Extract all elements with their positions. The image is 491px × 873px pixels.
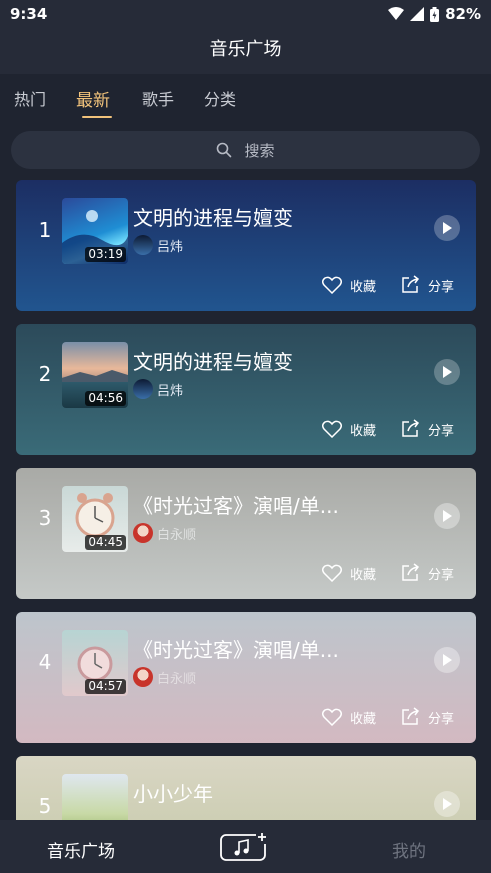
collect-label: 收藏 xyxy=(349,711,376,727)
heart-icon xyxy=(321,708,342,726)
share-button[interactable]: 分享 xyxy=(400,707,454,727)
active-tab-indicator xyxy=(82,116,112,118)
song-duration: 03:19 xyxy=(85,247,126,262)
search-icon xyxy=(217,142,232,158)
play-button[interactable] xyxy=(434,215,460,241)
song-title[interactable]: 文明的进程与嬗变 xyxy=(133,202,293,231)
battery-icon xyxy=(430,6,440,22)
artist-name: 吕炜 xyxy=(157,239,184,255)
song-cover[interactable]: 04:45 xyxy=(62,486,128,552)
tab-categories[interactable]: 分类 xyxy=(204,86,236,110)
collect-button[interactable]: 收藏 xyxy=(321,563,376,583)
song-actions: 收藏 分享 xyxy=(321,707,454,727)
wifi-icon xyxy=(388,7,405,20)
song-duration: 04:45 xyxy=(85,535,126,550)
app-bar: 音乐广场 xyxy=(0,28,491,74)
play-button[interactable] xyxy=(434,503,460,529)
song-rank: 3 xyxy=(38,506,52,530)
song-actions: 收藏 分享 xyxy=(321,563,454,583)
share-icon xyxy=(402,419,420,437)
share-icon xyxy=(402,563,420,581)
status-bar: 9:34 82% xyxy=(0,0,491,28)
heart-icon xyxy=(321,420,342,438)
song-card[interactable]: 4 04:57 《时光过客》演唱/单... 白永顺 收藏 分享 xyxy=(16,612,476,743)
share-label: 分享 xyxy=(427,567,454,583)
play-icon xyxy=(443,654,452,666)
song-rank: 2 xyxy=(38,362,52,386)
artist-name: 白永顺 xyxy=(157,671,197,687)
song-cover[interactable] xyxy=(62,774,128,820)
artist-row[interactable]: 吕炜 xyxy=(133,379,183,399)
song-cover[interactable]: 04:56 xyxy=(62,342,128,408)
status-icons: 82% xyxy=(388,5,481,23)
song-actions: 收藏 分享 xyxy=(321,419,454,439)
share-button[interactable]: 分享 xyxy=(400,563,454,583)
song-rank: 1 xyxy=(38,218,52,242)
song-rank: 4 xyxy=(38,650,52,674)
tab-singers[interactable]: 歌手 xyxy=(142,86,174,110)
status-time: 9:34 xyxy=(10,5,48,23)
play-icon xyxy=(443,798,452,810)
search-placeholder: 搜索 xyxy=(244,141,275,160)
artist-row[interactable]: 白永顺 xyxy=(133,523,196,543)
song-duration: 04:57 xyxy=(85,679,126,694)
collect-label: 收藏 xyxy=(349,567,376,583)
play-button[interactable] xyxy=(434,791,460,817)
collect-label: 收藏 xyxy=(349,423,376,439)
play-icon xyxy=(443,366,452,378)
artist-avatar xyxy=(133,235,153,255)
battery-level: 82% xyxy=(445,5,481,23)
nav-music-square[interactable]: 音乐广场 xyxy=(47,837,115,862)
song-title[interactable]: 小小少年 xyxy=(133,778,213,807)
song-duration: 04:56 xyxy=(85,391,126,406)
tab-latest[interactable]: 最新 xyxy=(76,86,110,111)
song-rank: 5 xyxy=(38,794,52,818)
tab-hot[interactable]: 热门 xyxy=(14,86,46,110)
song-actions: 收藏 分享 xyxy=(321,275,454,295)
page-title: 音乐广场 xyxy=(209,39,282,60)
bottom-nav: 音乐广场 我的 xyxy=(0,820,491,873)
collect-button[interactable]: 收藏 xyxy=(321,707,376,727)
song-card[interactable]: 1 03:19 文明的进程与嬗变 吕炜 收藏 分享 xyxy=(16,180,476,311)
search-input[interactable]: 搜索 xyxy=(11,131,480,169)
collect-label: 收藏 xyxy=(349,279,376,295)
share-button[interactable]: 分享 xyxy=(400,275,454,295)
tab-bar: 热门 最新 歌手 分类 xyxy=(0,78,491,122)
play-icon xyxy=(443,510,452,522)
artist-row[interactable]: 吕炜 xyxy=(133,235,183,255)
song-card[interactable]: 3 04:45 《时光过客》演唱/单... 白永顺 收藏 分享 xyxy=(16,468,476,599)
play-button[interactable] xyxy=(434,359,460,385)
song-card[interactable]: 5 小小少年 xyxy=(16,756,476,820)
artist-row[interactable]: 白永顺 xyxy=(133,667,196,687)
add-music-icon xyxy=(220,832,268,861)
collect-button[interactable]: 收藏 xyxy=(321,275,376,295)
share-button[interactable]: 分享 xyxy=(400,419,454,439)
song-cover[interactable]: 04:57 xyxy=(62,630,128,696)
heart-icon xyxy=(321,564,342,582)
signal-icon xyxy=(410,7,425,21)
artist-avatar xyxy=(133,379,153,399)
add-music-button[interactable] xyxy=(220,832,268,861)
song-list[interactable]: 1 03:19 文明的进程与嬗变 吕炜 收藏 分享 2 04:56 文明的进程与… xyxy=(0,180,491,820)
share-icon xyxy=(402,275,420,293)
share-icon xyxy=(402,707,420,725)
share-label: 分享 xyxy=(427,423,454,439)
song-title[interactable]: 《时光过客》演唱/单... xyxy=(133,490,339,519)
song-title[interactable]: 文明的进程与嬗变 xyxy=(133,346,293,375)
heart-icon xyxy=(321,276,342,294)
share-label: 分享 xyxy=(427,279,454,295)
song-cover[interactable]: 03:19 xyxy=(62,198,128,264)
play-button[interactable] xyxy=(434,647,460,673)
collect-button[interactable]: 收藏 xyxy=(321,419,376,439)
artist-name: 吕炜 xyxy=(157,383,184,399)
artist-avatar xyxy=(133,667,153,687)
song-title[interactable]: 《时光过客》演唱/单... xyxy=(133,634,339,663)
artist-name: 白永顺 xyxy=(157,527,197,543)
nav-mine[interactable]: 我的 xyxy=(392,837,426,862)
share-label: 分享 xyxy=(427,711,454,727)
artist-avatar xyxy=(133,523,153,543)
song-card[interactable]: 2 04:56 文明的进程与嬗变 吕炜 收藏 分享 xyxy=(16,324,476,455)
play-icon xyxy=(443,222,452,234)
